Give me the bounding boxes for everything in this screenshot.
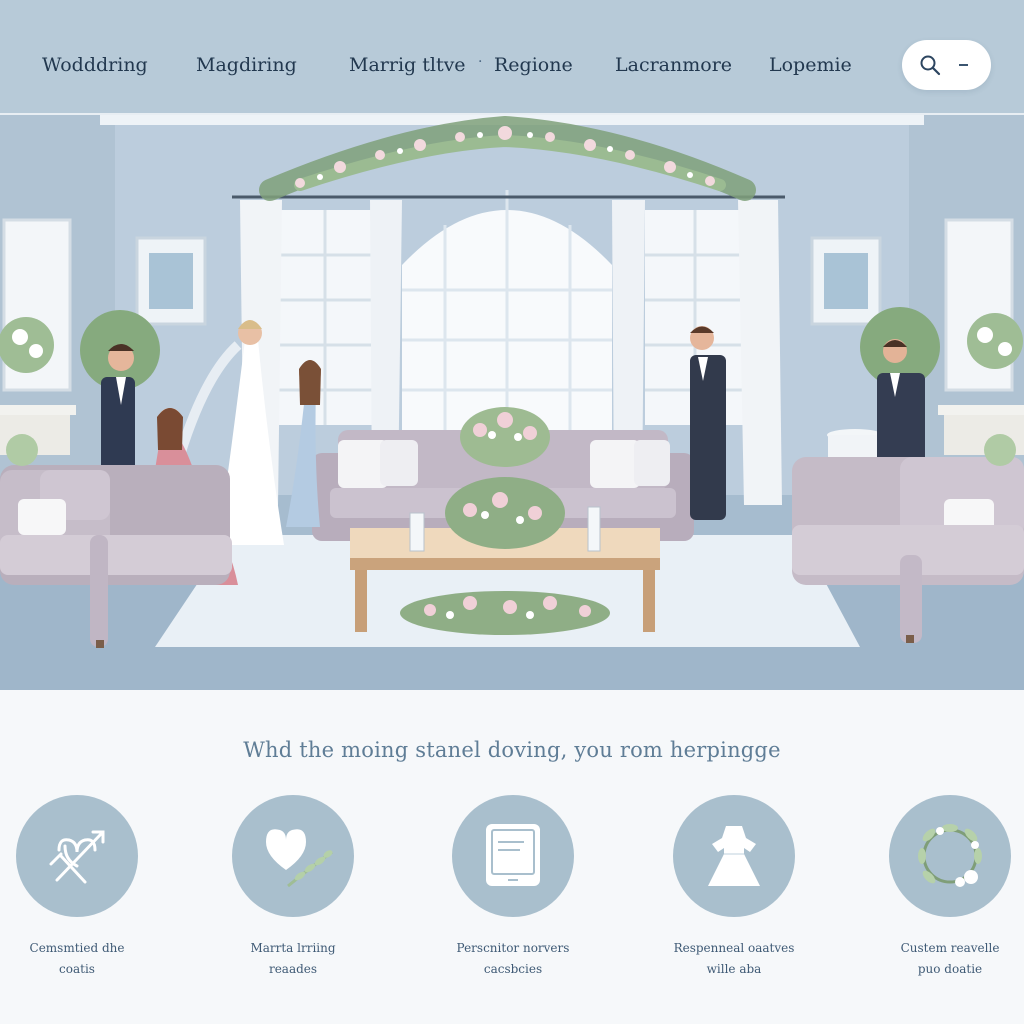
nav-separator: · — [478, 54, 483, 70]
feature-icon-circle — [452, 795, 574, 917]
feature-card-4[interactable]: Respenneal oaatves wille aba — [649, 795, 819, 980]
feature-5-line1: Custem reavelle — [900, 941, 1000, 955]
feature-icon-circle — [673, 795, 795, 917]
search-icon — [920, 55, 941, 76]
tablet-icon — [486, 824, 540, 886]
feature-4-line1: Respenneal oaatves — [673, 941, 795, 955]
feature-2-line1: Marrta lrriing — [250, 941, 336, 955]
window-left — [275, 210, 375, 425]
nav-item-marriage[interactable]: Marrig tltve — [349, 54, 466, 76]
feature-card-2[interactable]: Marrta lrriing reaades — [208, 795, 378, 980]
feature-5-line2: puo doatie — [917, 962, 983, 976]
nav-item-magdiring[interactable]: Magdiring — [196, 54, 297, 76]
feature-1-line2: coatis — [59, 962, 95, 976]
feature-2-line2: reaades — [268, 962, 318, 976]
feature-card-5[interactable]: Custem reavelle puo doatie — [865, 795, 1024, 980]
feature-icon-circle — [232, 795, 354, 917]
heart-leaf-icon — [266, 829, 333, 888]
wedding-lounge-scene — [0, 115, 1024, 690]
feature-1-line1: Cemsmtied dhe — [29, 941, 125, 955]
crossed-hearts-icon — [49, 830, 105, 884]
top-navigation: Wodddring Magdiring Marrig tltve · Regio… — [0, 0, 1024, 115]
search-extra-dash — [959, 64, 968, 66]
search-button[interactable] — [902, 40, 991, 90]
nav-item-regione[interactable]: Regione — [494, 54, 573, 76]
feature-icon-circle — [16, 795, 138, 917]
feature-icon-circle — [889, 795, 1011, 917]
dress-icon — [708, 826, 760, 886]
features-section: Whd the moing stanel doving, you rom her… — [0, 690, 1024, 1024]
groom-center — [690, 326, 726, 520]
nav-item-lopemie[interactable]: Lopemie — [769, 54, 852, 76]
section-tagline: Whd the moing stanel doving, you rom her… — [243, 738, 781, 762]
feature-card-3[interactable]: Perscnitor norvers cacsbcies — [428, 795, 598, 980]
hero-illustration — [0, 115, 1024, 690]
feature-3-line2: cacsbcies — [483, 962, 543, 976]
feature-3-line1: Perscnitor norvers — [456, 941, 570, 955]
nav-item-lacranmore[interactable]: Lacranmore — [615, 54, 732, 76]
wreath-icon — [918, 824, 982, 887]
feature-card-1[interactable]: Cemsmtied dhe coatis — [0, 795, 162, 980]
nav-item-wedding[interactable]: Wodddring — [42, 54, 148, 76]
feature-4-line2: wille aba — [706, 962, 762, 976]
